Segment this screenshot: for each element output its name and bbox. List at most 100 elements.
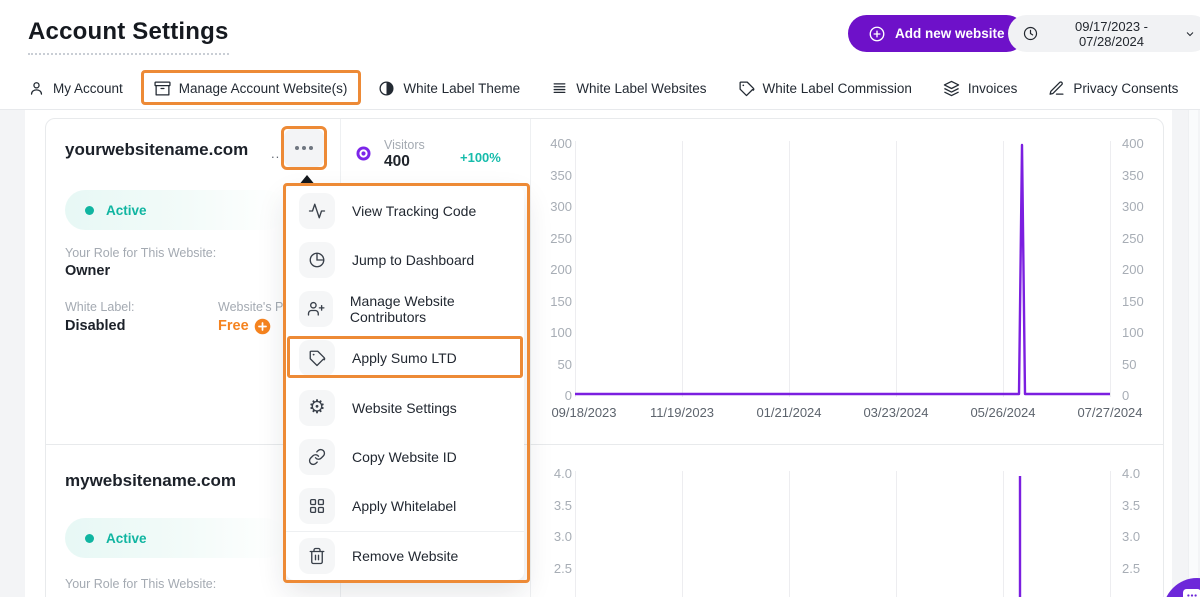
pie-chart-icon (299, 241, 335, 278)
menu-item-remove-website[interactable]: Remove Website (286, 530, 524, 580)
role-label: Your Role for This Website: (65, 246, 217, 260)
layers-icon (943, 80, 960, 97)
x-tick-label: 01/21/2024 (756, 405, 822, 420)
y-tick-label: 350 (1122, 167, 1144, 183)
y-tick-label: 2.5 (1122, 560, 1141, 576)
tab-invoices[interactable]: Invoices (943, 80, 1017, 97)
y-tick-label: 400 (550, 136, 572, 151)
y-tick-label: 3.0 (1122, 529, 1141, 544)
plus-circle-icon (868, 25, 886, 43)
tab-privacy-consents[interactable]: Privacy Consents (1048, 80, 1178, 97)
add-new-website-button[interactable]: Add new website (848, 15, 1025, 52)
stat-value: 400 (384, 153, 410, 170)
visitors-line-series (575, 143, 1110, 396)
settings-tab-bar: My Account Manage Account Website(s) Whi… (28, 70, 1178, 105)
upgrade-plus-icon[interactable] (254, 318, 271, 335)
dropdown-caret (298, 175, 316, 186)
stat-delta-badge: +100% (460, 150, 501, 165)
page-title: Account Settings (28, 18, 229, 55)
y-tick-label: 50 (557, 356, 572, 372)
tab-white-label-commission[interactable]: White Label Commission (738, 80, 912, 97)
menu-item-manage-website-contributors[interactable]: Manage Website Contributors (286, 285, 524, 334)
clock-icon (1022, 25, 1039, 42)
gear-icon: ⚙ (299, 389, 335, 426)
y-tick-label: 200 (550, 262, 572, 277)
y-tick-label: 0 (564, 388, 572, 403)
y-tick-label: 3.5 (1122, 497, 1141, 513)
stat-label: Visitors (384, 138, 425, 152)
status-label: Active (106, 530, 147, 546)
tab-label: White Label Theme (403, 81, 521, 96)
status-badge: Active (65, 190, 285, 230)
y-tick-label: 3.5 (553, 497, 572, 513)
grid-icon (299, 488, 335, 525)
status-dot-icon (85, 205, 94, 215)
link-icon (299, 438, 335, 475)
scrollbar-track[interactable] (1188, 110, 1198, 597)
add-new-website-label: Add new website (895, 26, 1005, 41)
account-settings-page: Account Settings Add new website 09/17/2… (0, 0, 1200, 597)
domain-truncation-dots: .. (271, 146, 281, 161)
activity-icon (299, 192, 335, 229)
user-plus-icon (299, 291, 333, 328)
role-value: Owner (65, 263, 111, 279)
white-label-value: Disabled (65, 318, 126, 334)
menu-item-apply-sumo-ltd[interactable]: Apply Sumo LTD (286, 334, 524, 383)
tag-icon (738, 80, 755, 97)
tab-label: White Label Websites (576, 81, 707, 96)
x-tick-label: 07/27/2024 (1077, 405, 1143, 420)
y-tick-label: 150 (550, 293, 572, 309)
date-range-picker[interactable]: 09/17/2023 - 07/28/2024 (1008, 15, 1200, 52)
tab-label: Privacy Consents (1073, 81, 1179, 96)
menu-item-view-tracking-code[interactable]: View Tracking Code (286, 186, 524, 235)
y-tick-label: 400 (1122, 136, 1144, 151)
menu-item-label: Copy Website ID (352, 448, 457, 465)
tab-label: Manage Account Website(s) (178, 81, 348, 96)
price-value: Free (218, 318, 249, 334)
trash-icon (299, 537, 335, 574)
y-tick-label: 2.5 (553, 560, 572, 576)
tab-my-account[interactable]: My Account (28, 80, 123, 97)
second-line-series (1018, 476, 1022, 597)
y-tick-label: 100 (550, 325, 572, 340)
list-icon (551, 80, 568, 97)
y-tick-label: 250 (1122, 230, 1144, 246)
row-divider (46, 444, 1163, 445)
menu-item-label: Manage Website Contributors (349, 293, 455, 326)
menu-item-label: Apply Whitelabel (352, 498, 457, 515)
header: Account Settings Add new website 09/17/2… (0, 0, 1200, 110)
tab-white-label-websites[interactable]: White Label Websites (551, 80, 707, 97)
y-tick-label: 300 (1122, 199, 1144, 214)
tab-manage-account-websites[interactable]: Manage Account Website(s) (154, 80, 348, 97)
menu-item-copy-website-id[interactable]: Copy Website ID (286, 432, 524, 481)
menu-item-jump-to-dashboard[interactable]: Jump to Dashboard (286, 235, 524, 284)
menu-item-label: Apply Sumo LTD (352, 350, 457, 367)
status-label: Active (106, 202, 147, 218)
y-tick-label: 250 (550, 230, 572, 246)
white-label-label: White Label: (65, 300, 135, 314)
y-tick-label: 50 (1122, 356, 1137, 372)
pen-icon (1048, 80, 1065, 97)
status-dot-icon (85, 533, 94, 543)
role-label: Your Role for This Website: (65, 577, 217, 591)
y-tick-label: 300 (550, 199, 572, 214)
tab-white-label-theme[interactable]: White Label Theme (378, 80, 520, 97)
y-tick-label: 0 (1122, 388, 1130, 403)
x-tick-label: 03/23/2024 (863, 405, 929, 420)
menu-item-label: Jump to Dashboard (352, 251, 475, 268)
menu-item-apply-whitelabel[interactable]: Apply Whitelabel (286, 482, 524, 531)
website-actions-dropdown: View Tracking Code Jump to Dashboard Man… (286, 186, 524, 580)
x-tick-label: 11/19/2023 (649, 405, 715, 420)
contrast-icon (378, 80, 395, 97)
user-icon (28, 80, 45, 97)
x-tick-label: 09/18/2023 (551, 405, 617, 420)
menu-item-label: Website Settings (352, 399, 457, 416)
y-tick-label: 3.0 (553, 529, 572, 544)
menu-item-website-settings[interactable]: ⚙ Website Settings (286, 383, 524, 432)
website-actions-menu-button[interactable] (284, 129, 324, 167)
tab-label: My Account (53, 81, 123, 96)
archive-icon (154, 80, 171, 97)
tab-label: White Label Commission (762, 81, 912, 96)
visitors-bullseye-icon (356, 146, 371, 166)
date-range-value: 09/17/2023 - 07/28/2024 (1074, 18, 1148, 49)
